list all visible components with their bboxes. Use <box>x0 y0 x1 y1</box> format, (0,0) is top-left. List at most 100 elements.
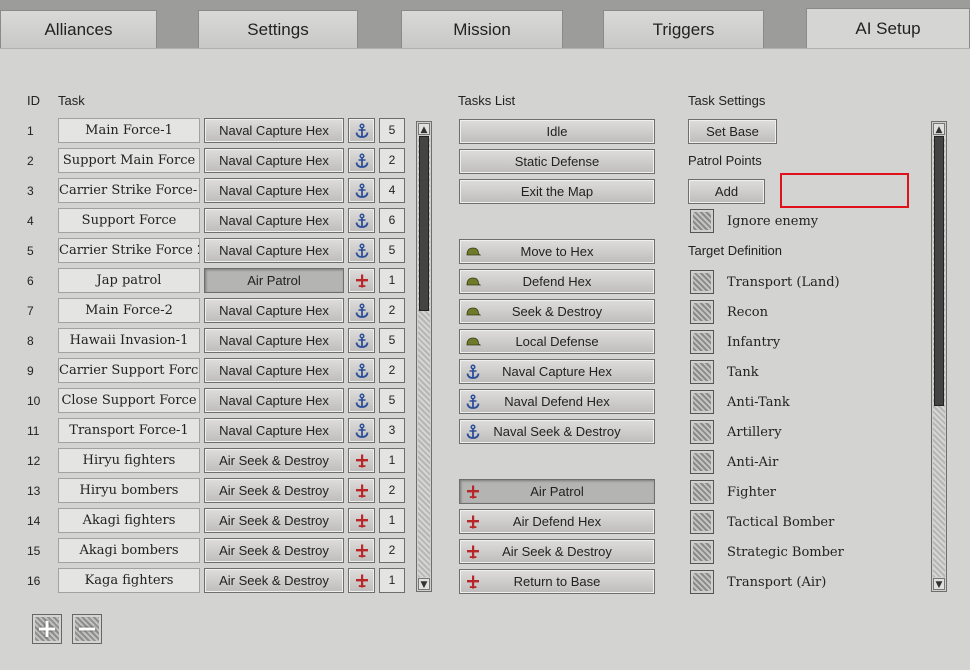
tab-mission[interactable]: Mission <box>401 10 563 48</box>
unit-type-button[interactable] <box>348 478 375 503</box>
table-row[interactable]: 2 Support Main Force Naval Capture Hex 2 <box>0 148 416 174</box>
add-task-button[interactable]: + <box>32 614 62 644</box>
target-checkbox[interactable] <box>690 420 714 444</box>
unit-type-button[interactable] <box>348 358 375 383</box>
target-checkbox[interactable] <box>690 360 714 384</box>
task-option-air-patrol[interactable]: Air Patrol <box>459 479 655 504</box>
target-checkbox[interactable] <box>690 570 714 594</box>
tab-settings[interactable]: Settings <box>198 10 358 48</box>
task-type-button[interactable]: Naval Capture Hex <box>204 238 344 263</box>
settings-scrollbar[interactable]: ▲ ▼ <box>931 121 947 592</box>
target-checkbox[interactable] <box>690 330 714 354</box>
task-name-field[interactable]: Transport Force-1 <box>58 418 200 443</box>
task-name-field[interactable]: Jap patrol <box>58 268 200 293</box>
unit-count-field[interactable]: 2 <box>379 478 405 503</box>
task-option-defend-hex[interactable]: Defend Hex <box>459 269 655 294</box>
task-option-naval-defend-hex[interactable]: Naval Defend Hex <box>459 389 655 414</box>
table-row[interactable]: 9 Carrier Support Force Naval Capture Hex 2 <box>0 358 416 384</box>
unit-type-button[interactable] <box>348 208 375 233</box>
target-checkbox[interactable] <box>690 450 714 474</box>
task-name-field[interactable]: Kaga fighters <box>58 568 200 593</box>
task-type-button[interactable]: Naval Capture Hex <box>204 388 344 413</box>
unit-count-field[interactable]: 6 <box>379 208 405 233</box>
target-checkbox[interactable] <box>690 480 714 504</box>
table-row[interactable]: 15 Akagi bombers Air Seek & Destroy 2 <box>0 538 416 564</box>
target-checkbox[interactable] <box>690 270 714 294</box>
unit-type-button[interactable] <box>348 448 375 473</box>
task-type-button[interactable]: Naval Capture Hex <box>204 208 344 233</box>
unit-count-field[interactable]: 2 <box>379 538 405 563</box>
task-type-button[interactable]: Air Seek & Destroy <box>204 508 344 533</box>
unit-type-button[interactable] <box>348 538 375 563</box>
scroll-thumb[interactable] <box>419 136 429 311</box>
table-row[interactable]: 8 Hawaii Invasion-1 Naval Capture Hex 5 <box>0 328 416 354</box>
unit-count-field[interactable]: 4 <box>379 178 405 203</box>
task-type-button[interactable]: Naval Capture Hex <box>204 418 344 443</box>
target-checkbox[interactable] <box>690 540 714 564</box>
unit-type-button[interactable] <box>348 388 375 413</box>
task-name-field[interactable]: Carrier Strike Force 2 <box>58 238 200 263</box>
task-name-field[interactable]: Akagi fighters <box>58 508 200 533</box>
table-row[interactable]: 12 Hiryu fighters Air Seek & Destroy 1 <box>0 448 416 474</box>
task-option-air-seek-destroy[interactable]: Air Seek & Destroy <box>459 539 655 564</box>
task-option-idle[interactable]: Idle <box>459 119 655 144</box>
remove-task-button[interactable]: − <box>72 614 102 644</box>
table-row[interactable]: 16 Kaga fighters Air Seek & Destroy 1 <box>0 568 416 594</box>
unit-count-field[interactable]: 3 <box>379 418 405 443</box>
unit-count-field[interactable]: 5 <box>379 328 405 353</box>
unit-type-button[interactable] <box>348 178 375 203</box>
tab-triggers[interactable]: Triggers <box>603 10 764 48</box>
task-type-button[interactable]: Naval Capture Hex <box>204 118 344 143</box>
task-name-field[interactable]: Hawaii Invasion-1 <box>58 328 200 353</box>
scroll-down-arrow[interactable]: ▼ <box>418 578 430 590</box>
task-type-button[interactable]: Naval Capture Hex <box>204 298 344 323</box>
unit-type-button[interactable] <box>348 268 375 293</box>
task-option-naval-seek-destroy[interactable]: Naval Seek & Destroy <box>459 419 655 444</box>
unit-count-field[interactable]: 2 <box>379 358 405 383</box>
task-option-air-defend-hex[interactable]: Air Defend Hex <box>459 509 655 534</box>
task-name-field[interactable]: Support Force <box>58 208 200 233</box>
task-type-button[interactable]: Naval Capture Hex <box>204 148 344 173</box>
scroll-thumb[interactable] <box>934 136 944 406</box>
unit-count-field[interactable]: 2 <box>379 148 405 173</box>
table-row[interactable]: 3 Carrier Strike Force-1 Naval Capture Hex… <box>0 178 416 204</box>
task-option-exit-the-map[interactable]: Exit the Map <box>459 179 655 204</box>
unit-count-field[interactable]: 5 <box>379 118 405 143</box>
unit-type-button[interactable] <box>348 568 375 593</box>
table-row[interactable]: 11 Transport Force-1 Naval Capture Hex 3 <box>0 418 416 444</box>
task-type-button[interactable]: Air Seek & Destroy <box>204 448 344 473</box>
task-option-seek-destroy[interactable]: Seek & Destroy <box>459 299 655 324</box>
task-type-button[interactable]: Naval Capture Hex <box>204 358 344 383</box>
table-row[interactable]: 1 Main Force-1 Naval Capture Hex 5 <box>0 118 416 144</box>
table-row[interactable]: 14 Akagi fighters Air Seek & Destroy 1 <box>0 508 416 534</box>
unit-type-button[interactable] <box>348 328 375 353</box>
task-option-return-to-base[interactable]: Return to Base <box>459 569 655 594</box>
unit-count-field[interactable]: 1 <box>379 568 405 593</box>
unit-count-field[interactable]: 5 <box>379 388 405 413</box>
task-type-button[interactable]: Naval Capture Hex <box>204 178 344 203</box>
table-row[interactable]: 5 Carrier Strike Force 2 Naval Capture Hex… <box>0 238 416 264</box>
scroll-up-arrow[interactable]: ▲ <box>418 123 430 135</box>
task-name-field[interactable]: Hiryu fighters <box>58 448 200 473</box>
table-row[interactable]: 13 Hiryu bombers Air Seek & Destroy 2 <box>0 478 416 504</box>
set-base-button[interactable]: Set Base <box>688 119 777 144</box>
unit-type-button[interactable] <box>348 418 375 443</box>
task-type-button[interactable]: Air Seek & Destroy <box>204 538 344 563</box>
task-option-local-defense[interactable]: Local Defense <box>459 329 655 354</box>
tab-alliances[interactable]: Alliances <box>0 10 157 48</box>
unit-type-button[interactable] <box>348 238 375 263</box>
unit-count-field[interactable]: 1 <box>379 448 405 473</box>
task-type-button[interactable]: Naval Capture Hex <box>204 328 344 353</box>
unit-type-button[interactable] <box>348 148 375 173</box>
unit-type-button[interactable] <box>348 298 375 323</box>
unit-type-button[interactable] <box>348 118 375 143</box>
table-row[interactable]: 6 Jap patrol Air Patrol 1 <box>0 268 416 294</box>
table-row[interactable]: 10 Close Support Force Naval Capture Hex 5 <box>0 388 416 414</box>
ignore-enemy-checkbox[interactable] <box>690 209 714 233</box>
unit-type-button[interactable] <box>348 508 375 533</box>
task-type-button[interactable]: Air Patrol <box>204 268 344 293</box>
task-table-scrollbar[interactable]: ▲ ▼ <box>416 121 432 592</box>
table-row[interactable]: 4 Support Force Naval Capture Hex 6 <box>0 208 416 234</box>
target-checkbox[interactable] <box>690 300 714 324</box>
task-name-field[interactable]: Close Support Force <box>58 388 200 413</box>
